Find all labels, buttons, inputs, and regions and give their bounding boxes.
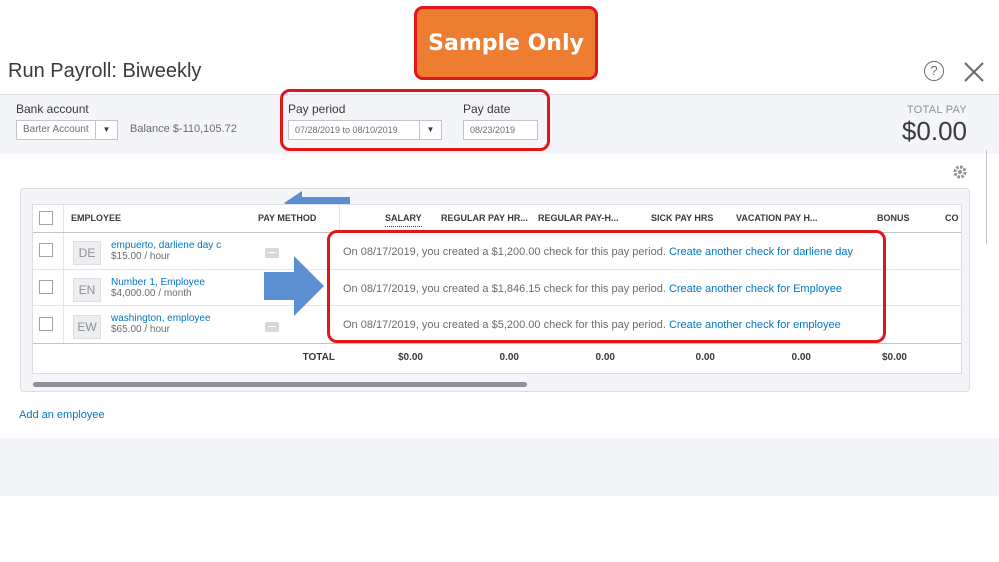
arrow-right-icon <box>264 256 324 316</box>
existing-checks-highlight <box>327 230 886 343</box>
select-all-checkbox[interactable] <box>39 211 53 225</box>
page-title: Run Payroll: Biweekly <box>8 60 202 82</box>
employee-name-link[interactable]: Number 1, Employee <box>111 277 205 288</box>
col-co[interactable]: CO <box>945 205 959 231</box>
total-pay-value: $0.00 <box>901 116 967 146</box>
divider <box>63 205 64 345</box>
total-vacation-pay-h: 0.00 <box>791 352 811 363</box>
row-checkbox[interactable] <box>39 317 53 331</box>
pay-period-highlight <box>280 89 550 151</box>
divider <box>339 205 340 231</box>
add-employee-link[interactable]: Add an employee <box>19 409 105 421</box>
col-sick-pay-hrs[interactable]: SICK PAY HRS <box>651 205 713 231</box>
total-salary: $0.00 <box>397 352 423 363</box>
total-sick-pay-hrs: 0.00 <box>695 352 715 363</box>
sample-only-label: Sample Only <box>428 30 584 56</box>
bank-balance: Balance $-110,105.72 <box>130 123 237 135</box>
chevron-down-icon: ▼ <box>95 121 117 139</box>
total-bonus: $0.00 <box>881 352 907 363</box>
employee-rate: $15.00 / hour <box>111 251 170 262</box>
row-checkbox[interactable] <box>39 280 53 294</box>
avatar: EW <box>73 315 101 339</box>
footer-band <box>0 438 999 496</box>
col-regular-pay-hrs[interactable]: REGULAR PAY HR... <box>441 205 528 231</box>
divider <box>986 150 987 244</box>
row-checkbox[interactable] <box>39 243 53 257</box>
col-employee[interactable]: EMPLOYEE <box>71 205 121 231</box>
avatar: DE <box>73 241 101 265</box>
bank-account-value: Barter Account <box>23 124 89 135</box>
employee-name-link[interactable]: empuerto, darliene day c <box>111 240 221 251</box>
close-icon[interactable] <box>962 60 986 84</box>
sample-only-badge: Sample Only <box>414 6 598 80</box>
col-vacation-pay-h[interactable]: VACATION PAY H... <box>736 205 818 231</box>
horizontal-scrollbar[interactable] <box>33 382 527 387</box>
gear-icon[interactable] <box>952 164 968 180</box>
col-pay-method[interactable]: PAY METHOD <box>258 205 316 231</box>
pay-method-icon[interactable] <box>265 322 279 332</box>
total-regular-pay-hrs: 0.00 <box>499 352 519 363</box>
employee-name-link[interactable]: washington, employee <box>111 313 211 324</box>
total-regular-pay-h: 0.00 <box>595 352 615 363</box>
col-regular-pay-h[interactable]: REGULAR PAY-H... <box>538 205 619 231</box>
employee-rate: $65.00 / hour <box>111 324 170 335</box>
employee-rate: $4,000.00 / month <box>111 288 192 299</box>
avatar: EN <box>73 278 101 302</box>
bank-account-select[interactable]: Barter Account ▼ <box>16 120 118 140</box>
totals-label: TOTAL <box>302 352 335 363</box>
divider <box>33 343 961 344</box>
total-pay-label: TOTAL PAY <box>906 104 967 116</box>
bank-account-label: Bank account <box>16 102 89 116</box>
col-salary[interactable]: SALARY <box>385 205 422 227</box>
col-bonus[interactable]: BONUS <box>877 205 910 231</box>
help-icon[interactable]: ? <box>924 61 944 81</box>
